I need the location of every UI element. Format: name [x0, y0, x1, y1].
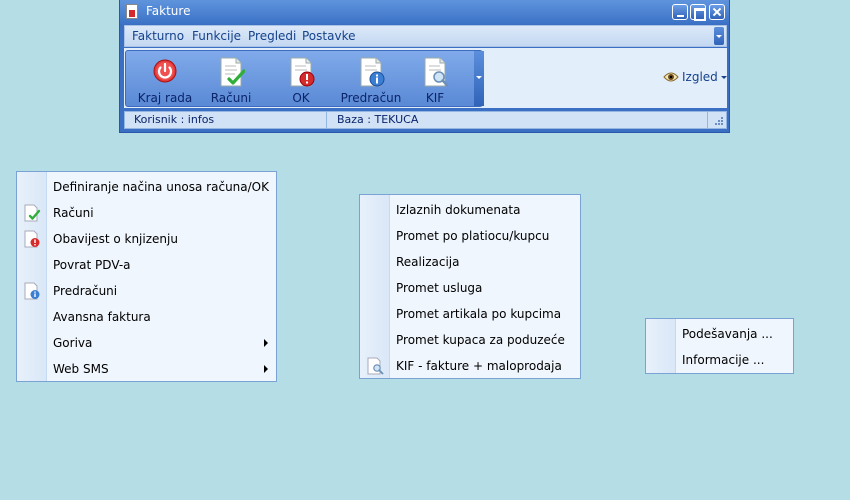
minimize-button[interactable] [672, 4, 688, 20]
menu-item-label: Avansna faktura [53, 310, 151, 324]
menu-item-web-sms[interactable]: Web SMS [17, 356, 276, 382]
menu-item-izlaznih-dokumenata[interactable]: Izlaznih dokumenata [360, 197, 580, 223]
menu-item-promet-artikala[interactable]: Promet artikala po kupcima [360, 301, 580, 327]
menu-item-label: KIF - fakture + maloprodaja [396, 359, 562, 373]
menu-fakturno[interactable]: Fakturno [132, 29, 184, 43]
menu-item-label: Promet po platiocu/kupcu [396, 229, 550, 243]
eye-icon [663, 71, 679, 86]
close-button[interactable] [709, 4, 725, 20]
menu-funkcije[interactable]: Funkcije [192, 29, 241, 43]
menu-item-label: Goriva [53, 336, 93, 350]
menu-item-label: Predračuni [53, 284, 118, 298]
document-info-icon [357, 57, 385, 87]
menu-item-definiranje[interactable]: Definiranje načina unosa računa/OK [17, 174, 276, 200]
menu-item-avansna-faktura[interactable]: Avansna faktura [17, 304, 276, 330]
main-window: Fakture Fakturno Funkcije Pregledi Posta… [119, 0, 730, 133]
toolbar-overflow-button[interactable] [474, 51, 484, 106]
power-icon [151, 57, 179, 87]
window-title: Fakture [146, 4, 191, 18]
resize-grip-icon[interactable] [714, 115, 724, 125]
menu-item-label: Definiranje načina unosa računa/OK [53, 180, 269, 194]
menu-bar: Fakturno Funkcije Pregledi Postavke [124, 25, 727, 47]
document-search-icon [421, 57, 449, 87]
document-check-icon [23, 204, 41, 222]
menu-item-label: Izlaznih dokumenata [396, 203, 521, 217]
menu-postavke[interactable]: Postavke [302, 29, 355, 43]
status-user: Korisnik : infos [125, 112, 327, 128]
kraj-rada-label: Kraj rada [137, 91, 193, 105]
menu-item-realizacija[interactable]: Realizacija [360, 249, 580, 275]
menu-item-goriva[interactable]: Goriva [17, 330, 276, 356]
menu-item-promet-po-platiocu[interactable]: Promet po platiocu/kupcu [360, 223, 580, 249]
menu-item-label: Povrat PDV-a [53, 258, 131, 272]
menu-item-predracuni[interactable]: Predračuni [17, 278, 276, 304]
status-database: Baza : TEKUCA [328, 112, 708, 128]
menu-item-informacije[interactable]: Informacije ... [646, 347, 793, 373]
app-icon [126, 4, 138, 19]
kif-label: KIF [425, 91, 445, 105]
menu-item-promet-usluga[interactable]: Promet usluga [360, 275, 580, 301]
status-bar: Korisnik : infos Baza : TEKUCA [124, 111, 727, 129]
izgled-dropdown[interactable]: Izgled [663, 70, 727, 86]
menubar-overflow-button[interactable] [714, 27, 724, 45]
postavke-menu: Podešavanja ... Informacije ... [645, 318, 794, 374]
pregledi-menu: Izlaznih dokumenata Promet po platiocu/k… [359, 194, 581, 379]
document-info-icon [23, 282, 41, 300]
menu-pregledi[interactable]: Pregledi [248, 29, 296, 43]
menu-item-label: Promet kupaca za poduzeće [396, 333, 565, 347]
kif-button[interactable]: KIF [400, 55, 470, 105]
document-search-icon [366, 357, 384, 375]
menu-item-povrat-pdv[interactable]: Povrat PDV-a [17, 252, 276, 278]
menu-item-label: Obavijest o knjizenju [53, 232, 178, 246]
menu-item-label: Podešavanja ... [682, 327, 773, 341]
ok-label: OK [292, 91, 310, 105]
maximize-button[interactable] [690, 4, 706, 21]
menu-item-label: Realizacija [396, 255, 460, 269]
document-check-icon [217, 57, 245, 87]
document-warning-icon [287, 57, 315, 87]
ok-button[interactable]: OK [266, 55, 336, 105]
menu-item-label: Promet artikala po kupcima [396, 307, 562, 321]
menu-item-label: Računi [53, 206, 94, 220]
title-bar[interactable]: Fakture [120, 0, 729, 24]
predracun-label: Predračun [340, 91, 402, 105]
funkcije-menu: Definiranje načina unosa računa/OK Račun… [16, 171, 277, 382]
chevron-right-icon [264, 365, 268, 373]
racuni-button[interactable]: Računi [196, 55, 266, 105]
menu-item-label: Web SMS [53, 362, 109, 376]
menu-item-label: Informacije ... [682, 353, 765, 367]
chevron-right-icon [264, 339, 268, 347]
menu-item-obavijest[interactable]: Obavijest o knjizenju [17, 226, 276, 252]
toolbar-area: Kraj rada Računi OK Predračun KIF Izgled [124, 48, 727, 108]
racuni-label: Računi [210, 91, 252, 105]
toolbar: Kraj rada Računi OK Predračun KIF [125, 50, 484, 107]
menu-item-racuni[interactable]: Računi [17, 200, 276, 226]
chevron-down-icon [720, 76, 727, 79]
menu-item-promet-kupaca[interactable]: Promet kupaca za poduzeće [360, 327, 580, 353]
menu-item-kif[interactable]: KIF - fakture + maloprodaja [360, 353, 580, 379]
izgled-label: Izgled [682, 70, 718, 84]
menu-item-label: Promet usluga [396, 281, 483, 295]
menu-item-podesavanja[interactable]: Podešavanja ... [646, 321, 793, 347]
document-warning-icon [23, 230, 41, 248]
predracun-button[interactable]: Predračun [336, 55, 406, 105]
kraj-rada-button[interactable]: Kraj rada [130, 55, 200, 105]
